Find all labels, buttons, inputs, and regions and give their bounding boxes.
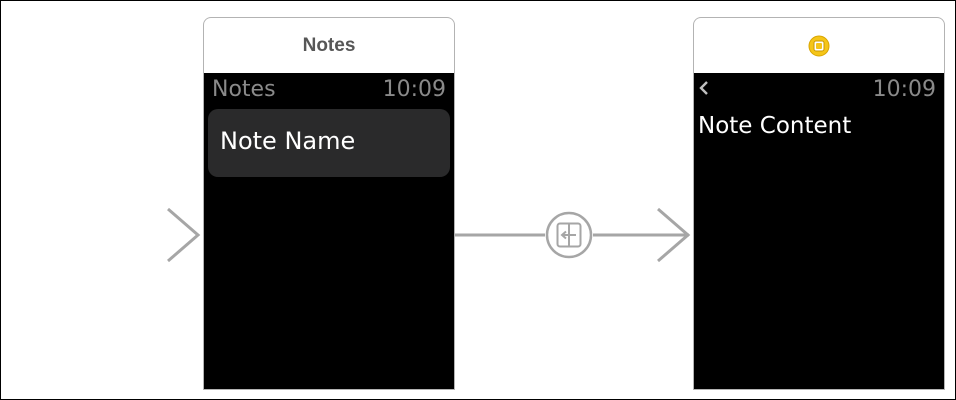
notes-interface-controller[interactable]: Notes Notes 10:09 Note Name: [203, 17, 455, 390]
initial-entry-arrow-icon[interactable]: [19, 207, 201, 263]
notes-scene-title: Notes: [302, 34, 356, 56]
note-name-label[interactable]: Note Name: [220, 127, 355, 155]
notes-table-row[interactable]: Note Name: [208, 109, 450, 177]
detail-watch-screen: 10:09 Note Content: [693, 73, 945, 390]
chevron-left-icon[interactable]: [698, 79, 710, 97]
detail-status-time: 10:09: [872, 77, 936, 102]
detail-scene-header[interactable]: [693, 17, 945, 73]
notes-watch-screen: Notes 10:09 Note Name: [203, 73, 455, 390]
storyboard-canvas: Notes Notes 10:09 Note Name 10:09 Note C…: [0, 0, 956, 400]
notes-scene-header[interactable]: Notes: [203, 17, 455, 73]
push-segue-icon[interactable]: [545, 211, 593, 259]
notes-status-title: Notes: [212, 77, 276, 102]
notes-status-time: 10:09: [382, 77, 446, 102]
note-detail-interface-controller[interactable]: 10:09 Note Content: [693, 17, 945, 390]
interface-controller-icon[interactable]: [808, 35, 830, 57]
note-content-label[interactable]: Note Content: [698, 113, 851, 139]
